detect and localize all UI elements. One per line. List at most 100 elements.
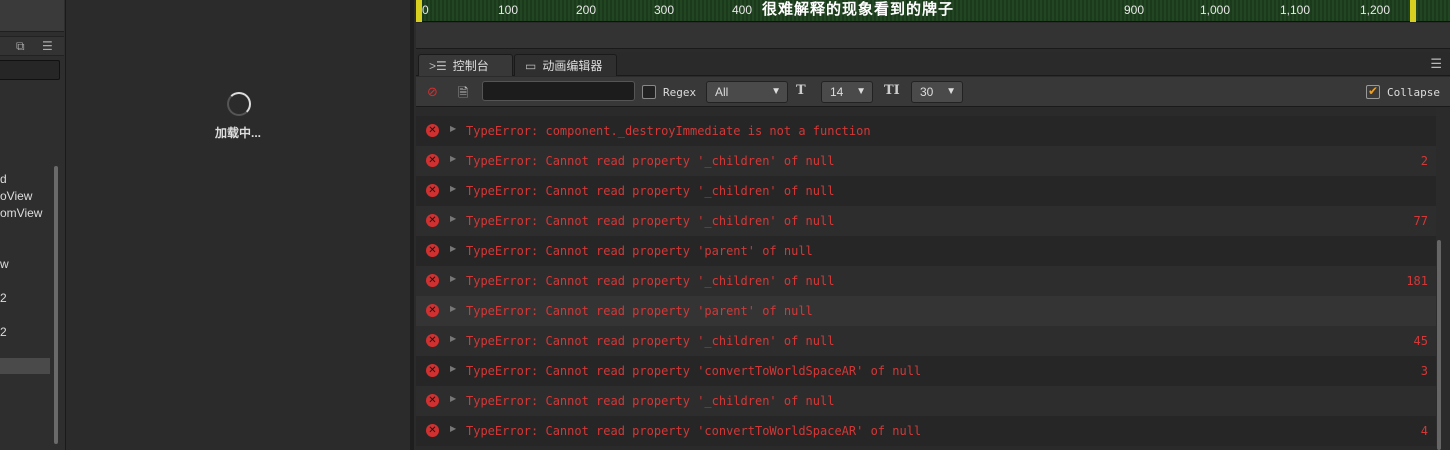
line-height-value: 30 [920, 85, 934, 99]
log-message: TypeError: Cannot read property 'parent'… [466, 244, 813, 258]
collapse-checkbox[interactable] [1366, 84, 1380, 99]
chevron-down-icon: ▼ [856, 86, 866, 97]
error-icon: ✕ [426, 124, 439, 137]
expand-arrow-icon[interactable]: ▶ [450, 334, 456, 343]
log-entry[interactable]: ✕ ▶ TypeError: Cannot read property '_ch… [416, 146, 1436, 176]
expand-arrow-icon[interactable]: ▶ [450, 184, 456, 193]
timeline-tick: 1,200 [1360, 3, 1391, 17]
log-level-value: All [715, 85, 729, 99]
log-message: TypeError: Cannot read property '_childr… [466, 274, 835, 288]
open-log-file-icon[interactable]: 🗎 [458, 84, 468, 106]
log-entry[interactable]: ✕ ▶ TypeError: Cannot read property 'con… [416, 416, 1436, 446]
log-entry[interactable]: ✕ ▶ TypeError: Cannot read property '_ch… [416, 326, 1436, 356]
timeline-tick: 900 [1124, 3, 1145, 17]
clear-console-icon[interactable]: ⊘ [427, 84, 438, 100]
log-entry[interactable]: ✕ ▶ TypeError: Cannot read property 'par… [416, 296, 1436, 326]
log-entry[interactable]: ✕ ▶ TypeError: Cannot read property '_ch… [416, 206, 1436, 236]
error-icon: ✕ [426, 154, 439, 167]
timeline-ruler[interactable]: 0 100 200 300 400 很难解释的现象看到的牌子 900 1,000… [416, 0, 1450, 22]
log-count: 2 [1420, 154, 1428, 168]
font-size-select[interactable]: 14 ▼ [821, 81, 873, 103]
log-entry[interactable]: ✕ ▶ TypeError: Cannot read property '_ch… [416, 176, 1436, 206]
line-height-select[interactable]: 30 ▼ [911, 81, 963, 103]
hierarchy-toolbar: ⧉ ☰ [0, 36, 64, 56]
error-icon: ✕ [426, 274, 439, 287]
log-count: 181 [1406, 274, 1428, 288]
regex-label: Regex [663, 86, 697, 99]
log-message: TypeError: Cannot read property 'convert… [466, 364, 922, 378]
hierarchy-search-input[interactable] [0, 60, 60, 80]
error-icon: ✕ [426, 364, 439, 377]
expand-arrow-icon[interactable]: ▶ [450, 424, 456, 433]
log-entry[interactable]: ✕ ▶ TypeError: Cannot read property 'par… [416, 236, 1436, 266]
error-icon: ✕ [426, 334, 439, 347]
panel-menu-icon[interactable]: ☰ [1430, 56, 1442, 72]
timeline-tick: 300 [654, 3, 675, 17]
expand-arrow-icon[interactable]: ▶ [450, 274, 456, 283]
error-icon: ✕ [426, 304, 439, 317]
chevron-down-icon: ▼ [771, 86, 781, 97]
hierarchy-scrollbar[interactable] [54, 166, 58, 444]
error-icon: ✕ [426, 184, 439, 197]
expand-arrow-icon[interactable]: ▶ [450, 364, 456, 373]
expand-arrow-icon[interactable]: ▶ [450, 124, 456, 133]
log-message: TypeError: Cannot read property 'parent'… [466, 304, 813, 318]
tree-item[interactable]: omView [0, 206, 42, 220]
log-message: TypeError: Cannot read property '_childr… [466, 334, 835, 348]
log-entry[interactable]: ✕ ▶ TypeError: Cannot read property '_ch… [416, 266, 1436, 296]
log-entry[interactable]: ✕ ▶ TypeError: Cannot read property '_ch… [416, 386, 1436, 416]
tab-label: 动画编辑器 [542, 59, 603, 73]
timeline-end-marker[interactable] [1410, 0, 1416, 22]
animation-icon: ▭ [525, 59, 537, 73]
log-list-scrollbar[interactable] [1437, 240, 1441, 450]
error-icon: ✕ [426, 244, 439, 257]
log-entry[interactable]: ✕ ▶ TypeError: Cannot read property 'con… [416, 356, 1436, 386]
console-filter-input[interactable] [482, 81, 635, 101]
tree-item-selected[interactable] [0, 358, 50, 374]
tab-label: 控制台 [452, 59, 489, 73]
font-size-value: 14 [830, 85, 844, 99]
hierarchy-panel: ⧉ ☰ d oView omView w 2 2 [0, 0, 66, 450]
chevron-down-icon: ▼ [946, 86, 956, 97]
tab-animation-editor[interactable]: ▭ 动画编辑器 [514, 54, 617, 76]
loading-text: 加载中... [215, 126, 262, 140]
timeline-tick: 100 [498, 3, 519, 17]
error-icon: ✕ [426, 214, 439, 227]
tree-item[interactable]: 2 [0, 325, 7, 339]
line-height-icon: TI [884, 83, 900, 98]
menu-icon[interactable]: ☰ [42, 39, 53, 53]
font-size-icon: T [796, 83, 806, 98]
tree-item[interactable]: w [0, 257, 9, 271]
log-count: 77 [1413, 214, 1428, 228]
log-count: 4 [1420, 424, 1428, 438]
expand-arrow-icon[interactable]: ▶ [450, 214, 456, 223]
restore-window-icon[interactable]: ⧉ [16, 39, 25, 54]
regex-checkbox[interactable] [642, 85, 656, 99]
tree-item[interactable]: d [0, 172, 7, 186]
error-icon: ✕ [426, 394, 439, 407]
timeline-tick: 1,000 [1200, 3, 1231, 17]
tree-item[interactable]: oView [0, 189, 32, 203]
panel-divider[interactable] [410, 0, 414, 450]
log-count: 45 [1413, 334, 1428, 348]
hierarchy-header [0, 0, 64, 32]
expand-arrow-icon[interactable]: ▶ [450, 244, 456, 253]
log-level-select[interactable]: All ▼ [706, 81, 788, 103]
timeline-overlay-text: 很难解释的现象看到的牌子 [762, 1, 955, 18]
console-log-list: ✕ ▶ TypeError: component._destroyImmedia… [416, 108, 1436, 450]
tab-console[interactable]: >☰ 控制台 [418, 54, 513, 76]
loading-spinner-icon [227, 92, 251, 116]
scene-view: 加载中... [67, 0, 410, 450]
log-count: 3 [1420, 364, 1428, 378]
timeline-tick: 200 [576, 3, 597, 17]
hierarchy-tree: d oView omView w 2 2 [0, 84, 56, 450]
expand-arrow-icon[interactable]: ▶ [450, 154, 456, 163]
log-message: TypeError: Cannot read property '_childr… [466, 154, 835, 168]
expand-arrow-icon[interactable]: ▶ [450, 394, 456, 403]
timeline-tick: 400 [732, 3, 753, 17]
tree-item[interactable]: 2 [0, 291, 7, 305]
log-entry[interactable]: ✕ ▶ TypeError: component._destroyImmedia… [416, 116, 1436, 146]
log-message: TypeError: Cannot read property '_childr… [466, 214, 835, 228]
expand-arrow-icon[interactable]: ▶ [450, 304, 456, 313]
log-message: TypeError: component._destroyImmediate i… [466, 124, 871, 138]
